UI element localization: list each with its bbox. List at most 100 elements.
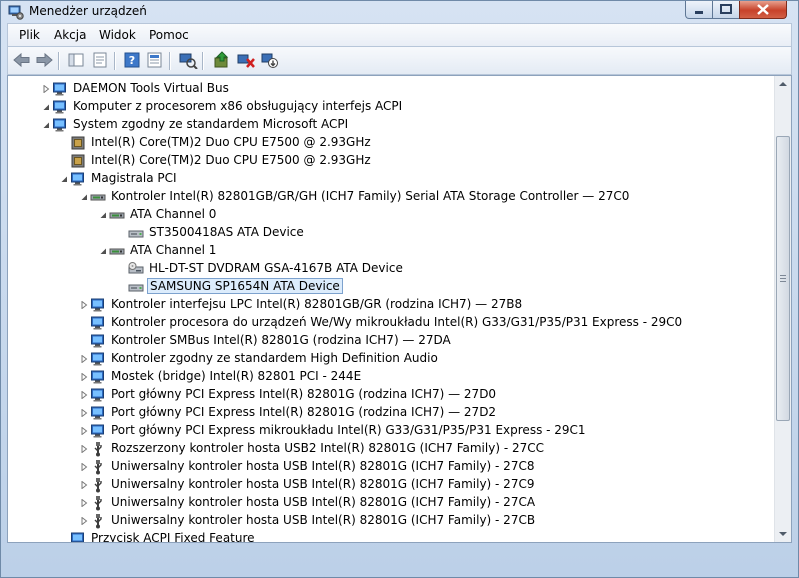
collapsed-arrow-icon[interactable] [80, 409, 88, 417]
tree-node-label: Kontroler interfejsu LPC Intel(R) 82801G… [111, 297, 523, 311]
ide-controller-icon [90, 194, 106, 201]
menu-bar: Plik Akcja Widok Pomoc [7, 23, 792, 47]
tree-node-label: ATA Channel 1 [130, 243, 217, 257]
minimize-icon [695, 11, 703, 14]
back-button[interactable] [12, 51, 32, 69]
disable-button[interactable] [260, 51, 280, 69]
monitor-icon [91, 316, 104, 330]
expanded-arrow-icon[interactable] [42, 103, 50, 111]
collapsed-arrow-icon[interactable] [80, 427, 88, 435]
device-tree: DAEMON Tools Virtual Bus Komputer z proce… [8, 76, 773, 542]
usb-icon [94, 442, 102, 457]
arrow-right-icon [36, 52, 53, 68]
scroll-thumb[interactable] [776, 136, 790, 421]
device-manager-window: Menedżer urządzeń Plik Akcja Widok Pomoc [0, 0, 799, 578]
tree-node-label: Port główny PCI Express Intel(R) 82801G … [111, 387, 497, 401]
collapsed-arrow-icon[interactable] [80, 499, 88, 507]
tree-node-label: Mostek (bridge) Intel(R) 82801 PCI - 244… [111, 369, 362, 383]
hard-disk-icon [128, 284, 144, 292]
console-icon [147, 52, 162, 68]
scan-hardware-button[interactable] [178, 51, 198, 70]
collapsed-arrow-icon[interactable] [42, 85, 50, 93]
update-driver-button[interactable] [212, 51, 232, 69]
maximize-icon [720, 4, 732, 14]
tree-node-label: SAMSUNG SP1654N ATA Device [147, 278, 343, 294]
usb-icon [94, 514, 102, 529]
tree-node-label: Kontroler procesora do urządzeń We/Wy mi… [111, 315, 683, 329]
ide-channel-icon [109, 212, 125, 219]
tree-node-label: ST3500418AS ATA Device [149, 225, 304, 239]
tree-node-label: Uniwersalny kontroler hosta USB Intel(R)… [111, 477, 535, 491]
window-title: Menedżer urządzeń [29, 4, 147, 18]
collapsed-arrow-icon[interactable] [80, 481, 88, 489]
device-tree-panel: DAEMON Tools Virtual Bus Komputer z proce… [7, 75, 792, 543]
monitor-icon [53, 118, 66, 132]
vertical-scrollbar[interactable] [774, 76, 791, 542]
properties-button[interactable] [90, 51, 110, 69]
tree-node-label: ATA Channel 0 [130, 207, 217, 221]
minimize-button[interactable] [685, 1, 713, 19]
expanded-arrow-icon[interactable] [80, 193, 88, 201]
menu-pomoc[interactable]: Pomoc [149, 28, 189, 42]
expanded-arrow-icon[interactable] [99, 211, 107, 219]
collapsed-arrow-icon[interactable] [80, 391, 88, 399]
tree-node-label: Kontroler SMBus Intel(R) 82801G (rodzina… [111, 333, 451, 347]
console-tree-icon [68, 53, 84, 67]
menu-plik[interactable]: Plik [19, 28, 40, 42]
forward-button[interactable] [34, 51, 54, 69]
close-button[interactable] [739, 1, 787, 19]
expanded-arrow-icon[interactable] [99, 247, 107, 255]
maximize-button[interactable] [712, 1, 740, 19]
menu-widok[interactable]: Widok [99, 28, 136, 42]
toolbar-separator [114, 52, 115, 70]
title-bar[interactable]: Menedżer urządzeń [1, 1, 798, 23]
toolbar: ? [7, 47, 792, 75]
monitor-icon [91, 298, 104, 312]
toolbar-separator [169, 52, 170, 70]
tree-node-label: Kontroler Intel(R) 82801GB/GR/GH (ICH7 F… [111, 189, 630, 203]
collapsed-arrow-icon[interactable] [80, 355, 88, 363]
scroll-up-button[interactable] [775, 76, 791, 92]
scan-hardware-icon [179, 53, 198, 70]
collapsed-arrow-icon[interactable] [80, 301, 88, 309]
usb-icon [94, 460, 102, 475]
collapsed-arrow-icon[interactable] [80, 463, 88, 471]
menu-akcja[interactable]: Akcja [54, 28, 86, 42]
uninstall-button[interactable] [236, 51, 256, 69]
expanded-arrow-icon[interactable] [42, 121, 50, 129]
show-hide-console-tree-button[interactable] [66, 51, 86, 69]
monitor-icon [91, 334, 104, 348]
tree-node-label: Rozszerzony kontroler hosta USB2 Intel(R… [111, 441, 544, 455]
tree-node-label: Port główny PCI Express mikroukładu Inte… [111, 423, 586, 437]
expanded-arrow-icon[interactable] [60, 175, 68, 183]
collapsed-arrow-icon[interactable] [80, 517, 88, 525]
usb-icon [94, 496, 102, 511]
usb-icon [94, 478, 102, 493]
monitor-icon [71, 172, 84, 186]
properties-icon [93, 52, 107, 68]
scroll-grip [780, 275, 786, 276]
tree-node-label: System zgodny ze standardem Microsoft AC… [73, 117, 349, 131]
scroll-down-button[interactable] [775, 526, 791, 542]
tree-node-label: Intel(R) Core(TM)2 Duo CPU E7500 @ 2.93G… [91, 153, 371, 167]
tree-node-label: Uniwersalny kontroler hosta USB Intel(R)… [111, 513, 536, 527]
device-manager-icon [8, 5, 24, 20]
disable-icon [261, 53, 278, 68]
collapsed-arrow-icon[interactable] [80, 373, 88, 381]
monitor-icon [53, 82, 66, 96]
ide-channel-icon [109, 248, 125, 255]
monitor-icon [53, 100, 66, 114]
arrow-left-icon [13, 52, 30, 68]
collapsed-arrow-icon[interactable] [80, 445, 88, 453]
monitor-icon [91, 406, 104, 420]
tree-node-label: DAEMON Tools Virtual Bus [73, 81, 229, 95]
tree-node-label: Port główny PCI Express Intel(R) 82801G … [111, 405, 497, 419]
chevron-up-icon [779, 82, 787, 86]
help-button[interactable]: ? [122, 51, 142, 69]
monitor-icon [91, 424, 104, 438]
tree-node-label: Przycisk ACPI Fixed Feature [91, 531, 255, 543]
tree-node-label: Intel(R) Core(TM)2 Duo CPU E7500 @ 2.93G… [91, 135, 371, 149]
toolbar-separator [58, 52, 59, 70]
console-button[interactable] [145, 51, 165, 69]
monitor-icon [91, 352, 104, 366]
